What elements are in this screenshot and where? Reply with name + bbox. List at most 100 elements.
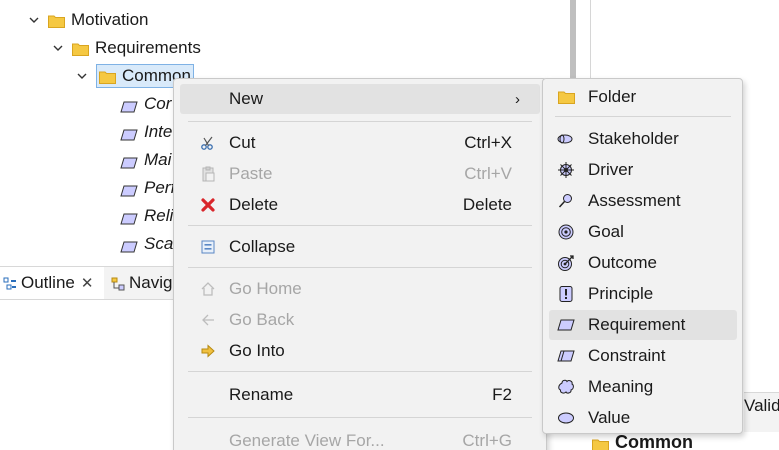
tree-item-label: Motivation — [71, 10, 149, 29]
menu-item-label: New — [229, 89, 264, 108]
folder-icon — [592, 436, 609, 450]
principle-icon — [557, 285, 575, 303]
tree-item-label: Mai — [144, 150, 172, 169]
close-icon[interactable]: ✕ — [81, 274, 94, 292]
tree-item-requirement[interactable]: Scal — [120, 231, 177, 257]
requirement-icon — [120, 154, 138, 169]
menu-item-delete[interactable]: Delete Delete — [180, 190, 540, 220]
home-icon — [200, 281, 216, 297]
menu-item-paste[interactable]: Paste Ctrl+V — [180, 159, 540, 189]
chevron-down-icon[interactable] — [50, 40, 66, 56]
menu-item-shortcut: Ctrl+V — [464, 164, 512, 183]
stakeholder-icon — [557, 130, 575, 148]
menu-item-label: Go Back — [229, 310, 295, 329]
back-arrow-icon — [200, 312, 216, 328]
menu-item-shortcut: F2 — [492, 385, 512, 404]
menu-separator — [188, 121, 532, 122]
assessment-icon — [557, 192, 575, 210]
submenu-item-label: Folder — [588, 87, 637, 106]
tab-outline[interactable]: Outline ✕ — [0, 267, 104, 299]
submenu-item-label: Meaning — [588, 377, 654, 396]
menu-item-shortcut: Ctrl+X — [464, 133, 512, 152]
value-icon — [557, 409, 575, 427]
tree-item-requirement[interactable]: Perf — [120, 175, 175, 201]
tree-item-requirements[interactable]: Requirements — [50, 35, 201, 61]
submenu-item-assessment[interactable]: Assessment — [549, 186, 737, 216]
menu-separator — [188, 417, 532, 418]
requirement-icon — [120, 126, 138, 141]
tree-item-requirement[interactable]: Reli — [120, 203, 173, 229]
menu-item-generate-view[interactable]: Generate View For... Ctrl+G — [180, 426, 540, 450]
menu-item-new[interactable]: New › — [180, 84, 540, 114]
menu-item-label: Go Home — [229, 279, 302, 298]
submenu-item-principle[interactable]: Principle — [549, 279, 737, 309]
tree-item-requirement[interactable]: Mai — [120, 147, 171, 173]
meaning-icon — [557, 378, 575, 396]
tab-label: Navig — [129, 273, 173, 292]
submenu-item-label: Outcome — [588, 253, 657, 272]
menu-item-rename[interactable]: Rename F2 — [180, 380, 540, 410]
menu-item-go-home[interactable]: Go Home — [180, 274, 540, 304]
submenu-item-constraint[interactable]: Constraint — [549, 341, 737, 371]
menu-item-label: Collapse — [229, 237, 296, 256]
menu-item-label: Cut — [229, 133, 256, 152]
tab-label: Outline — [21, 273, 75, 292]
menu-separator — [188, 267, 532, 268]
submenu-item-goal[interactable]: Goal — [549, 217, 737, 247]
requirement-icon — [557, 316, 575, 334]
requirement-icon — [120, 182, 138, 197]
driver-icon — [557, 161, 575, 179]
tree-item-label: Reli — [144, 206, 174, 225]
outline-icon — [3, 276, 17, 290]
outline-tab-bar: Outline ✕ Navig — [0, 266, 178, 300]
context-menu: New › Cut Ctrl+X Paste Ctrl+V Delete Del… — [173, 78, 547, 450]
submenu-item-label: Driver — [588, 160, 634, 179]
menu-item-go-back[interactable]: Go Back — [180, 305, 540, 335]
goal-icon — [557, 223, 575, 241]
requirement-icon — [120, 210, 138, 225]
tree-item-motivation[interactable]: Motivation — [26, 7, 148, 33]
submenu-item-meaning[interactable]: Meaning — [549, 372, 737, 402]
menu-item-cut[interactable]: Cut Ctrl+X — [180, 128, 540, 158]
submenu-item-label: Goal — [588, 222, 624, 241]
tree-item-requirement[interactable]: Inte — [120, 119, 172, 145]
tree-item-common-bottom[interactable]: Common — [592, 432, 693, 450]
paste-icon — [200, 166, 216, 182]
menu-item-go-into[interactable]: Go Into — [180, 336, 540, 366]
menu-item-collapse[interactable]: Collapse — [180, 232, 540, 262]
tree-item-label: Inte — [144, 122, 173, 141]
folder-icon — [72, 41, 89, 56]
menu-item-label: Delete — [229, 195, 279, 214]
menu-item-shortcut: Ctrl+G — [462, 431, 512, 450]
menu-item-label: Paste — [229, 164, 273, 183]
submenu-item-label: Constraint — [588, 346, 666, 365]
constraint-icon — [557, 347, 575, 365]
submenu-item-outcome[interactable]: Outcome — [549, 248, 737, 278]
submenu-item-stakeholder[interactable]: Stakeholder — [549, 124, 737, 154]
chevron-down-icon[interactable] — [26, 12, 42, 28]
submenu-item-label: Stakeholder — [588, 129, 679, 148]
submenu-item-label: Assessment — [588, 191, 681, 210]
tree-item-requirement[interactable]: Cor — [120, 91, 171, 117]
submenu-item-driver[interactable]: Driver — [549, 155, 737, 185]
scissors-icon — [200, 135, 216, 151]
tree-item-label: Common — [615, 432, 693, 450]
submenu-item-label: Value — [588, 408, 631, 427]
menu-item-label: Go Into — [229, 341, 285, 360]
tree-item-label: Perf — [144, 178, 176, 197]
outcome-icon — [557, 254, 575, 272]
tab-label: Valid — [744, 396, 779, 415]
chevron-down-icon[interactable] — [74, 68, 90, 84]
tab-navigator[interactable]: Navig — [108, 267, 172, 299]
delete-icon — [200, 197, 216, 213]
tab-validator[interactable]: Valid — [744, 396, 779, 416]
submenu-item-label: Principle — [588, 284, 654, 303]
submenu-item-value[interactable]: Value — [549, 403, 737, 433]
submenu-item-requirement[interactable]: Requirement — [549, 310, 737, 340]
folder-icon — [557, 88, 575, 106]
navigator-icon — [111, 276, 125, 291]
submenu-item-folder[interactable]: Folder — [549, 82, 737, 112]
menu-item-shortcut: Delete — [462, 195, 512, 214]
menu-item-label: Rename — [229, 385, 294, 404]
menu-separator — [188, 371, 532, 372]
